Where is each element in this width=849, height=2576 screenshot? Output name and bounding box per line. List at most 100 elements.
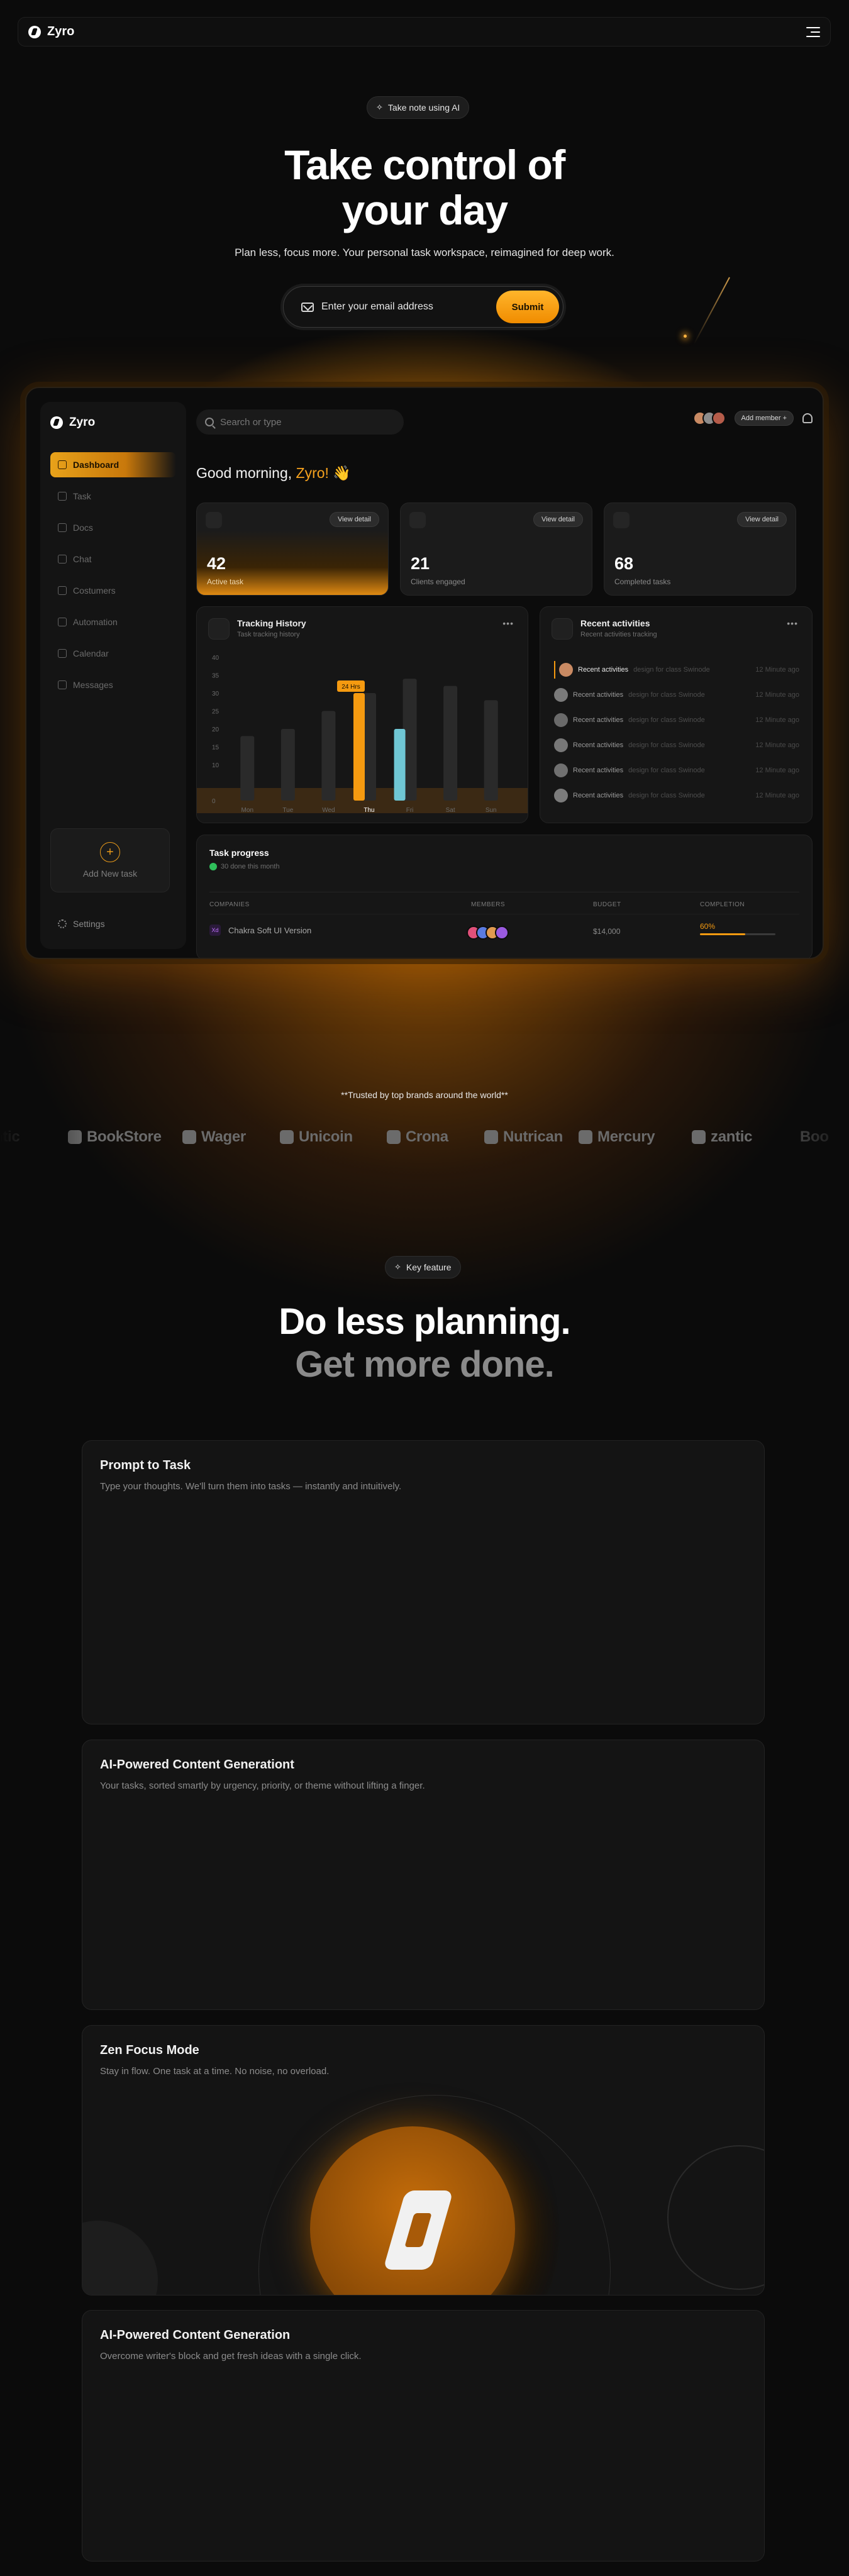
- grid-icon: [58, 460, 67, 469]
- view-detail-button[interactable]: View detail: [533, 512, 583, 527]
- search-icon: [205, 418, 214, 426]
- settings-label: Settings: [73, 919, 105, 929]
- decor-circle: [82, 2221, 158, 2295]
- avatar: [711, 411, 726, 425]
- hero-title-line1: Take control of: [284, 142, 565, 188]
- submit-button[interactable]: Submit: [496, 291, 559, 323]
- avatar: [554, 688, 568, 702]
- activity-time: 12 Minute ago: [755, 741, 799, 749]
- more-options-icon[interactable]: •••: [502, 618, 514, 628]
- greeting-name: Zyro!: [296, 465, 329, 481]
- key-feature-badge: ✧ Key feature: [385, 1256, 461, 1279]
- search-placeholder: Search or type: [220, 416, 282, 428]
- feature-card-desc: Your tasks, sorted smartly by urgency, p…: [100, 1780, 425, 1791]
- sidebar-item-label: Task: [73, 491, 91, 501]
- email-input[interactable]: [321, 301, 489, 313]
- bell-icon[interactable]: [802, 413, 813, 423]
- zyro-logo-icon: [50, 416, 63, 429]
- brand-logo-name: Nutrican: [503, 1128, 563, 1145]
- y-tick-label: 40: [212, 655, 219, 662]
- sidebar-item-label: Dashboard: [73, 460, 119, 470]
- settings-link[interactable]: Settings: [58, 919, 105, 929]
- view-detail-button[interactable]: View detail: [330, 512, 379, 527]
- key-feature-badge-label: Key feature: [406, 1262, 452, 1272]
- tracking-chart: 0 10 15 20 25 30 35 40 Mon Tue Wed Thu Fri Sat Sun 24 H…: [197, 655, 528, 814]
- add-new-task-button[interactable]: + Add New task: [50, 828, 170, 892]
- feature-card-desc: Type your thoughts. We'll turn them into…: [100, 1481, 402, 1492]
- feature-card-desc: Stay in flow. One task at a time. No noi…: [100, 2066, 330, 2077]
- member-avatars[interactable]: [692, 411, 726, 425]
- stat-value: 68: [614, 554, 634, 573]
- activity-time: 12 Minute ago: [755, 792, 799, 799]
- task-progress-panel: Task progress 30 done this month COMPANI…: [196, 835, 813, 958]
- logo-fade-right: [761, 1119, 849, 1155]
- activity-title: Recent activities: [573, 767, 624, 774]
- activity-time: 12 Minute ago: [755, 691, 799, 699]
- view-detail-button[interactable]: View detail: [737, 512, 787, 527]
- completion-track: [700, 933, 775, 935]
- stat-card-clients[interactable]: View detail 21 Clients engaged: [400, 502, 592, 596]
- top-nav: Zyro: [18, 17, 831, 47]
- bar-highlight[interactable]: [394, 729, 406, 801]
- comet-star: [684, 335, 687, 338]
- sidebar-item-dashboard[interactable]: Dashboard: [50, 452, 176, 477]
- ai-note-badge[interactable]: ✧ Take note using AI: [367, 96, 470, 119]
- sidebar-item-label: Chat: [73, 554, 92, 564]
- x-tick-label: Tue: [282, 807, 293, 814]
- activity-row[interactable]: Recent activities design for class Swinod…: [554, 787, 799, 804]
- x-tick-label: Sat: [446, 807, 455, 814]
- panel-subtitle: Task tracking history: [237, 631, 300, 638]
- sidebar-item-task[interactable]: Task: [50, 484, 176, 509]
- stat-card-completed[interactable]: View detail 68 Completed tasks: [604, 502, 796, 596]
- sidebar-item-messages[interactable]: Messages: [50, 672, 176, 697]
- brand-logo: Wager: [182, 1128, 246, 1146]
- more-options-icon[interactable]: •••: [787, 618, 798, 628]
- activity-row[interactable]: Recent activities design for class Swinod…: [554, 711, 799, 729]
- sidebar-item-costumers[interactable]: Costumers: [50, 578, 176, 603]
- sidebar-item-automation[interactable]: Automation: [50, 609, 176, 635]
- brand-logo-name: zantic: [711, 1128, 753, 1145]
- panel-title: Tracking History: [237, 618, 306, 628]
- brand-logo-name: Wager: [201, 1128, 246, 1145]
- stat-card-active-tasks[interactable]: View detail 42 Active task: [196, 502, 389, 596]
- chart-tooltip-label: 24 Hrs: [341, 684, 360, 691]
- gear-icon: [58, 919, 67, 928]
- activity-row[interactable]: Recent activities design for class Swinod…: [554, 762, 799, 779]
- add-member-button[interactable]: Add member +: [734, 411, 794, 426]
- hamburger-icon[interactable]: [806, 26, 820, 37]
- activity-desc: design for class Swinode: [628, 792, 705, 799]
- bar-background: [321, 711, 336, 801]
- activity-row[interactable]: Recent activities design for class Swinod…: [554, 686, 799, 704]
- x-tick-label: Thu: [363, 807, 374, 814]
- features-title: Do less planning.: [279, 1301, 570, 1342]
- stat-label: Active task: [207, 577, 244, 586]
- bar-highlight[interactable]: [353, 693, 365, 801]
- mail-icon: [301, 302, 314, 312]
- brand-logo-name: Unicoin: [299, 1128, 353, 1145]
- brand[interactable]: Zyro: [28, 25, 74, 39]
- hero-title: Take control of your day: [0, 142, 849, 233]
- sidebar-item-docs[interactable]: Docs: [50, 515, 176, 540]
- activity-row[interactable]: Recent activities design for class Swinod…: [554, 661, 799, 679]
- feature-card-prompt-to-task: Prompt to Task Type your thoughts. We'll…: [82, 1440, 765, 1724]
- feature-card-title: AI-Powered Content Generationt: [100, 1758, 294, 1772]
- plus-icon: +: [100, 842, 120, 862]
- sidebar-item-calendar[interactable]: Calendar: [50, 641, 176, 666]
- activity-title: Recent activities: [573, 792, 624, 799]
- messages-icon: [58, 680, 67, 689]
- activity-row[interactable]: Recent activities design for class Swinod…: [554, 736, 799, 754]
- sidebar-item-chat[interactable]: Chat: [50, 547, 176, 572]
- ai-note-badge-label: Take note using AI: [387, 103, 460, 113]
- x-tick-label: Wed: [322, 807, 335, 814]
- avatar: [495, 926, 509, 940]
- features-title-muted: Get more done.: [295, 1344, 554, 1385]
- table-header: COMPANIES: [209, 901, 250, 908]
- table-row[interactable]: Xd Chakra Soft UI Version: [209, 924, 311, 936]
- clients-icon: [409, 512, 426, 528]
- y-tick-label: 20: [212, 726, 219, 733]
- sidebar-brand[interactable]: Zyro: [50, 416, 176, 430]
- search-bar[interactable]: Search or type: [196, 409, 404, 435]
- brand-logo: Unicoin: [280, 1128, 353, 1146]
- y-tick-label: 25: [212, 709, 219, 716]
- xd-icon: Xd: [209, 924, 221, 936]
